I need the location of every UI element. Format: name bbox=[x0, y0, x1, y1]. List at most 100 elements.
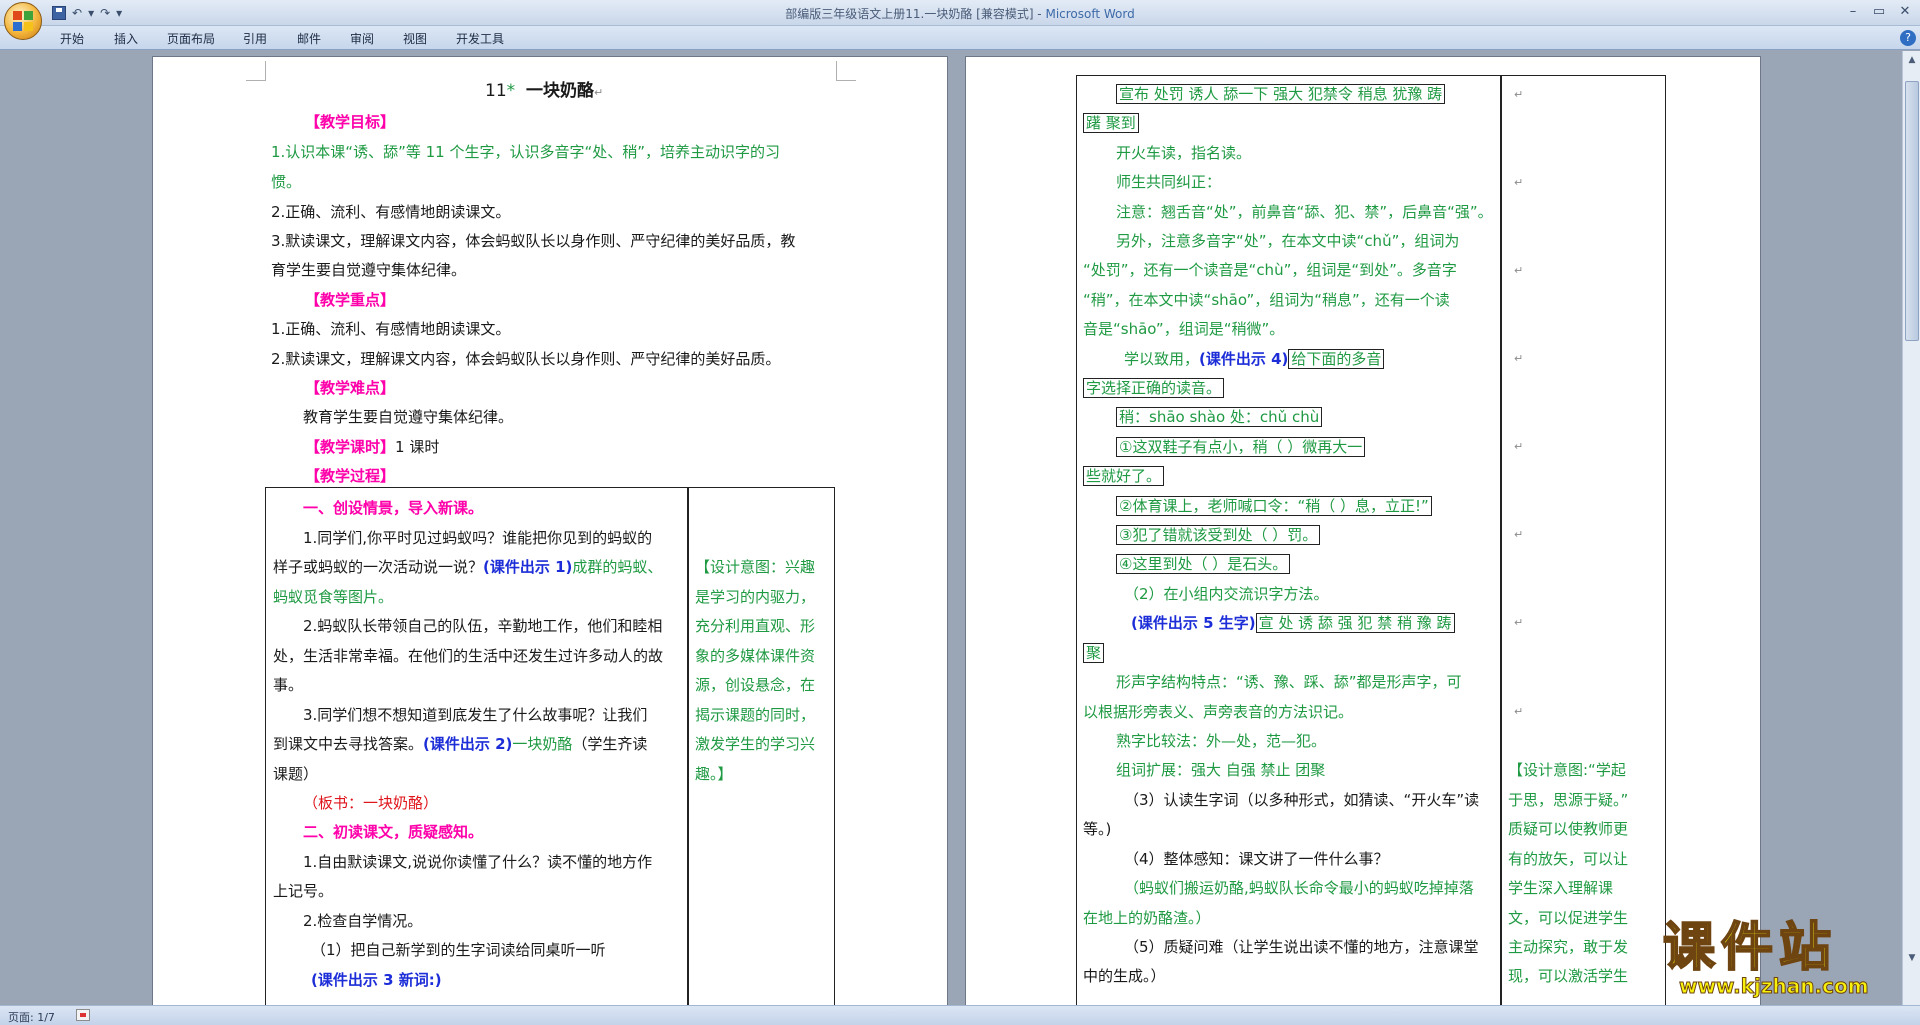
text-line: （3）认读生字词（以多种形式，如猜读、“开火车”读 bbox=[1124, 791, 1480, 809]
tab-home[interactable]: 开始 bbox=[60, 30, 84, 47]
text-span: （学生齐读 bbox=[572, 735, 648, 753]
text-line: 3.默读课文，理解课文内容，体会蚂蚁队长以身作则、严守纪律的美好品质，教 bbox=[271, 232, 796, 250]
text-line: 聚 bbox=[1083, 643, 1105, 663]
text-line: 另外，注意多音字“处”，在本文中读“chǔ”，组词为 bbox=[1116, 232, 1460, 250]
office-button[interactable] bbox=[4, 2, 42, 40]
text-line: 处，生活非常幸福。在他们的生活中还发生过许多动人的故 bbox=[273, 647, 664, 665]
text-line: 1.正确、流利、有感情地朗读课文。 bbox=[271, 320, 511, 338]
text-line: 稍：shāo shào 处：chǔ chù bbox=[1116, 407, 1323, 427]
text-line: 3.同学们想不想知道到底发生了什么故事呢？让我们 bbox=[303, 706, 648, 724]
tab-insert[interactable]: 插入 bbox=[114, 30, 138, 47]
text-line: 2.蚂蚁队长带领自己的队伍，辛勤地工作，他们和睦相 bbox=[303, 617, 663, 635]
restore-button[interactable]: ▭ bbox=[1866, 2, 1892, 22]
text-line: 师生共同纠正： bbox=[1116, 173, 1222, 191]
text-line: ③犯了错就该受到处（ ）罚。 bbox=[1116, 525, 1321, 545]
paragraph-mark: ↵ bbox=[593, 86, 604, 99]
design-note-line: 学生深入理解课 bbox=[1508, 879, 1614, 897]
text-line: 课题） bbox=[273, 765, 319, 783]
text-line: 2.正确、流利、有感情地朗读课文。 bbox=[271, 203, 511, 221]
design-note-line: 质疑可以使教师更 bbox=[1508, 820, 1629, 838]
text-line: （4）整体感知：课文讲了一件什么事？ bbox=[1124, 850, 1389, 868]
text-line: （1）把自己新学到的生字词读给同桌听一听 bbox=[311, 941, 606, 959]
tab-mailings[interactable]: 邮件 bbox=[297, 30, 321, 47]
paragraph-mark: ↵ bbox=[1514, 264, 1524, 277]
vertical-scrollbar[interactable]: ▲ ▼ bbox=[1902, 51, 1920, 1005]
text-line: 熟字比较法：外—处，范—犯。 bbox=[1116, 732, 1327, 750]
document-page-2: 宣布 处罚 诱人 舔一下 强大 犯禁令 稍息 犹豫 踌 躇 聚到 开火车读，指名… bbox=[965, 56, 1761, 1005]
page-indicator[interactable]: 页面: 1/7 bbox=[8, 1009, 55, 1025]
scroll-down-icon[interactable]: ▼ bbox=[1905, 951, 1919, 965]
boxed-vocab: 宣 处 诱 舔 强 犯 禁 稍 豫 踌 bbox=[1255, 613, 1455, 633]
paragraph-mark: ↵ bbox=[1514, 176, 1524, 189]
section-heading: 【教学重点】 bbox=[305, 291, 396, 309]
watermark-logo: 课件站 www.kjzhan.com bbox=[1662, 917, 1898, 1004]
text-line: 1.认识本课“诱、舔”等 11 个生字，认识多音字“处、稍”，培养主动识字的习 bbox=[271, 143, 781, 161]
design-note-line: 【设计意图:“学起 bbox=[1508, 761, 1626, 779]
courseware-ref: (课件出示 5 生字) bbox=[1131, 614, 1256, 632]
boxed-vocab: 聚 bbox=[1083, 643, 1105, 663]
scroll-thumb[interactable] bbox=[1905, 81, 1919, 341]
text-line: “处罚”，还有一个读音是“chù”，组词是“到处”。多音字 bbox=[1083, 261, 1457, 279]
text-line: 育学生要自觉遵守集体纪律。 bbox=[271, 261, 467, 279]
paragraph-mark: ↵ bbox=[1514, 616, 1524, 629]
title-star: * bbox=[506, 81, 516, 101]
paragraph-mark: ↵ bbox=[1514, 528, 1524, 541]
text-span: 学以致用， bbox=[1124, 350, 1200, 368]
design-note-line: 源，创设悬念，在 bbox=[695, 676, 816, 694]
design-note-line: 有的放矢，可以让 bbox=[1508, 850, 1629, 868]
text-line: （5）质疑问难（让学生说出读不懂的地方，注意课堂 bbox=[1124, 938, 1479, 956]
proofing-icon[interactable] bbox=[76, 1009, 90, 1021]
boxed-text: ③犯了错就该受到处（ ）罚。 bbox=[1116, 525, 1321, 545]
text-line: 些就好了。 bbox=[1083, 466, 1165, 486]
watermark-text: 课件站 bbox=[1662, 917, 1838, 979]
tab-view[interactable]: 视图 bbox=[403, 30, 427, 47]
scroll-up-icon[interactable]: ▲ bbox=[1905, 53, 1919, 67]
document-page-1: 11* 一块奶酪↵ 【教学目标】 1.认识本课“诱、舔”等 11 个生字，认识多… bbox=[152, 56, 948, 1005]
design-note-line: 激发学生的学习兴 bbox=[695, 735, 816, 753]
boxed-vocab: 宣布 处罚 诱人 舔一下 强大 犯禁令 稍息 犹豫 踌 bbox=[1116, 84, 1446, 104]
courseware-ref: (课件出示 2) bbox=[423, 735, 513, 753]
design-note-line: 趣。】 bbox=[695, 765, 733, 783]
text-line: 到课文中去寻找答案。(课件出示 2)一块奶酪（学生齐读 bbox=[273, 734, 647, 754]
tab-page-layout[interactable]: 页面布局 bbox=[167, 30, 215, 47]
tab-review[interactable]: 审阅 bbox=[350, 30, 374, 47]
text-span: 一块奶酪 bbox=[512, 735, 573, 753]
text-span: 样子或蚂蚁的一次活动说一说？ bbox=[273, 558, 484, 576]
text-line: 2.检查自学情况。 bbox=[303, 912, 423, 930]
text-line: 宣布 处罚 诱人 舔一下 强大 犯禁令 稍息 犹豫 踌 bbox=[1116, 84, 1446, 104]
minimize-button[interactable]: – bbox=[1840, 2, 1866, 22]
lesson-time-line: 【教学课时】1 课时 bbox=[305, 437, 439, 457]
courseware-ref: (课件出示 3 新词:) bbox=[311, 971, 442, 989]
paragraph-mark: ↵ bbox=[1514, 705, 1524, 718]
section-heading: 【教学难点】 bbox=[305, 379, 396, 397]
text-line: 样子或蚂蚁的一次活动说一说？(课件出示 1)成群的蚂蚁、 bbox=[273, 557, 662, 577]
design-note-line: 文，可以促进学生 bbox=[1508, 909, 1629, 927]
office-logo-icon bbox=[13, 11, 33, 31]
tab-references[interactable]: 引用 bbox=[243, 30, 267, 47]
text-line: 1.自由默读课文,说说你读懂了什么？读不懂的地方作 bbox=[303, 853, 653, 871]
help-icon[interactable]: ? bbox=[1900, 30, 1916, 46]
text-line: ②体育课上，老师喊口令：“稍（ ）息，立正!” bbox=[1116, 496, 1432, 516]
text-line: 等。) bbox=[1083, 820, 1112, 838]
design-note-line: 是学习的内驱力， bbox=[695, 588, 816, 606]
tab-developer[interactable]: 开发工具 bbox=[456, 30, 504, 47]
text-line: 1.同学们,你平时见过蚂蚁吗？谁能把你见到的蚂蚁的 bbox=[303, 529, 653, 547]
text-line: 音是“shāo”，组词是“稍微”。 bbox=[1083, 320, 1285, 338]
design-note-line: 象的多媒体课件资 bbox=[695, 647, 816, 665]
title-text: 一块奶酪 bbox=[525, 81, 594, 101]
paragraph-mark: ↵ bbox=[1514, 352, 1524, 365]
section-heading: 【教学目标】 bbox=[305, 113, 396, 131]
boxed-text: ①这双鞋子有点小，稍（ ）微再大一 bbox=[1116, 437, 1366, 457]
boxed-text: ④这里到处（ ）是石头。 bbox=[1116, 554, 1291, 574]
text-span: 到课文中去寻找答案。 bbox=[273, 735, 424, 753]
text-line: 学以致用，(课件出示 4) 给下面的多音 bbox=[1124, 349, 1385, 369]
paragraph-mark: ↵ bbox=[1514, 88, 1524, 101]
text-line: 事。 bbox=[273, 676, 304, 694]
boxed-text: ②体育课上，老师喊口令：“稍（ ）息，立正!” bbox=[1116, 496, 1432, 516]
status-bar: 页面: 1/7 bbox=[0, 1005, 1920, 1025]
close-button[interactable]: ✕ bbox=[1892, 2, 1918, 22]
text-line: 蚂蚁觅食等图片。 bbox=[273, 588, 394, 606]
crop-mark bbox=[246, 61, 266, 81]
courseware-ref: (课件出示 4) bbox=[1199, 350, 1289, 368]
text-line: ④这里到处（ ）是石头。 bbox=[1116, 554, 1291, 574]
